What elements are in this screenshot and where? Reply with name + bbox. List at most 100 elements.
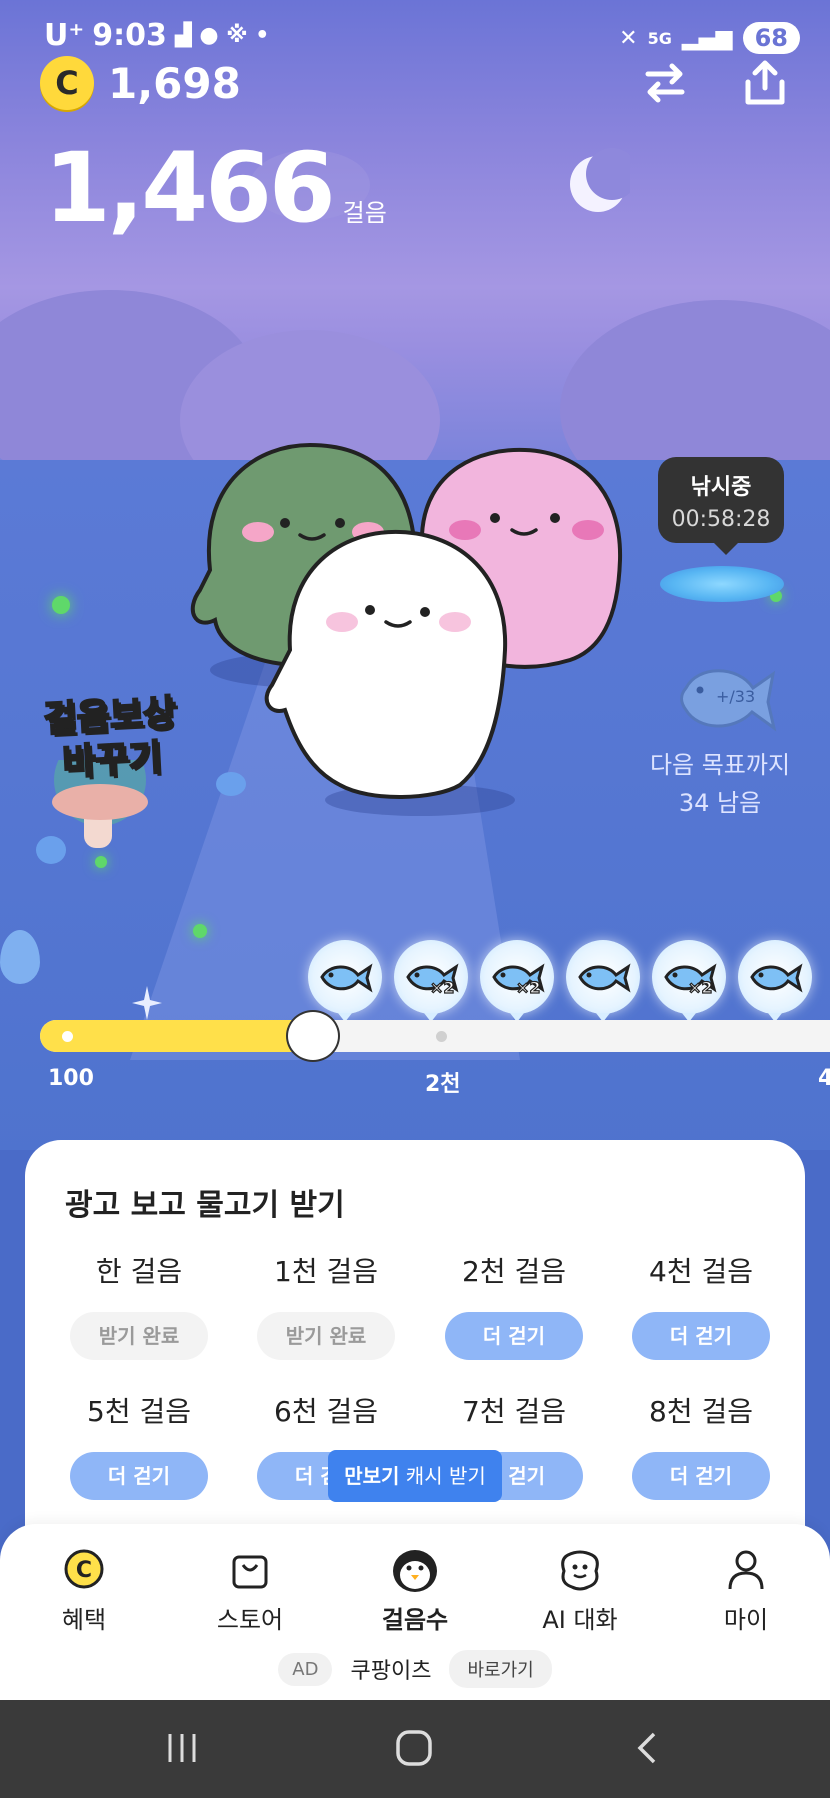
fish-icon [750,963,803,993]
moon-icon [570,148,630,212]
bottom-nav: C 혜택 스토어 걸음수 AI 대화 마이 AD 쿠팡이츠 바로가기 [0,1524,830,1700]
pedometer-cash-tooltip[interactable]: 만보기 캐시 받기 [328,1450,502,1502]
reward-fish-icon [308,940,382,1022]
tooltip-bold: 만보기 [344,1464,400,1488]
notification-icons: ▟ ● ※ • [174,23,270,48]
system-nav-bar [0,1700,830,1798]
progress-tick-4k: 4 [818,1066,830,1091]
ad-go-button[interactable]: 바로가기 [449,1650,552,1688]
step-count: 1,466 [44,132,336,244]
share-icon[interactable] [740,58,790,108]
step-counter: 1,466 걸음 [44,140,387,236]
progress-dot [62,1031,73,1042]
ad-card-title: 광고 보고 물고기 받기 [65,1188,345,1223]
step-unit: 걸음 [342,199,387,227]
nav-steps-label: 걸음수 [381,1606,449,1634]
nav-my[interactable]: 마이 [686,1544,806,1635]
next-goal-info: 다음 목표까지 34 남음 [630,746,810,822]
nav-store-label: 스토어 [216,1606,284,1634]
next-goal-remaining: 34 남음 [678,789,762,817]
fish-icon [406,963,459,993]
fishing-status-bubble[interactable]: 낚시중 00:58:28 [658,457,784,555]
ad-tag: AD [278,1652,333,1686]
claimed-button[interactable]: 받기 완료 [70,1312,208,1360]
progress-dot [436,1031,447,1042]
5g-icon: 5G [647,28,672,48]
fish-multiplier: ×2 [687,977,713,997]
step-reward-item: 4천 걸음 더 걷기 [607,1250,795,1360]
coin-balance: 1,698 [108,58,241,108]
recent-apps-icon[interactable] [164,1730,200,1766]
step-reward-item: 2천 걸음더 걷기 [420,1250,608,1360]
claimed-button[interactable]: 받기 완료 [257,1312,395,1360]
fish-icon [578,963,631,993]
walk-more-button[interactable]: 더 걷기 [632,1312,770,1360]
step-progress-track [40,1010,830,1062]
change-reward-button[interactable]: 걸음보상 바꾸기 [24,691,198,788]
progress-tick-100: 100 [48,1066,94,1091]
walk-more-button[interactable]: 더 걷기 [445,1312,583,1360]
step-reward-item: 한 걸음받기 완료 [45,1250,233,1360]
fish-goal-icon: +/33 [680,669,777,732]
nav-store[interactable]: 스토어 [190,1544,310,1635]
svg-text:+/33: +/33 [716,687,755,706]
step-reward-item: 1천 걸음받기 완료 [232,1250,420,1360]
shopping-bag-icon [232,1555,268,1589]
reward-fish-icon: ×2 [480,940,554,1022]
fishing-label: 낚시중 [690,475,752,500]
clock: 9:03 [92,18,167,53]
fish-icon [664,963,717,993]
reward-badge-line2: 바꾸기 [60,736,163,784]
ad-name[interactable]: 쿠팡이츠 [350,1653,431,1685]
reward-fish-icon: ×2 [394,940,468,1022]
step-reward-label: 2천 걸음 [462,1255,566,1288]
nav-benefits[interactable]: C 혜택 [24,1544,144,1635]
reward-badge-line1: 걸음보상 [42,692,178,742]
ad-banner-row: AD 쿠팡이츠 바로가기 [0,1650,830,1688]
firefly [52,596,70,614]
svg-text:C: C [76,1558,92,1583]
chat-face-icon [561,1550,599,1591]
step-reward-label: 한 걸음 [95,1255,183,1288]
nav-my-label: 마이 [723,1606,769,1634]
firefly [193,924,207,938]
sparkle-icon [132,986,162,1020]
walk-more-button[interactable]: 더 걷기 [632,1452,770,1500]
walk-more-button[interactable]: 더 걷기 [70,1452,208,1500]
reward-fish-icon [738,940,812,1022]
fish-multiplier: ×2 [429,977,455,997]
step-reward-label: 7천 걸음 [462,1395,566,1428]
carrier-label: U⁺ [44,18,85,53]
reward-fish-icon: ×2 [652,940,726,1022]
fishing-pond[interactable] [660,566,784,602]
step-reward-item: 5천 걸음 더 걷기 [45,1390,233,1500]
fish-icon [492,963,545,993]
home-icon[interactable] [394,1728,434,1768]
character-group[interactable] [190,440,650,820]
person-icon [728,1550,764,1590]
step-reward-item: 8천 걸음 더 걷기 [607,1390,795,1500]
nav-steps[interactable]: 걸음수 [355,1544,475,1635]
step-reward-label: 6천 걸음 [274,1395,378,1428]
coin-balance-row[interactable]: C 1,698 [40,56,241,110]
nav-ai-chat-label: AI 대화 [542,1606,618,1634]
tooltip-rest: 캐시 받기 [399,1464,486,1488]
nav-benefits-label: 혜택 [61,1606,107,1634]
ad-reward-card: 광고 보고 물고기 받기 한 걸음 받기 완료 1천 걸음 받기 완료 2천 걸음 더 걷… [25,1140,805,1580]
swap-arrows-icon[interactable] [640,58,690,108]
step-progress-fill [40,1020,311,1052]
penguin-icon [393,1550,437,1592]
next-goal-label: 다음 목표까지 [649,751,791,779]
reward-fish-icon [566,940,640,1022]
mute-icon: ✕ [619,25,638,51]
battery-indicator: 68 [742,22,800,54]
back-icon[interactable] [630,1730,666,1766]
progress-tick-2k: 2천 [425,1072,461,1097]
coin-icon: C [40,56,94,110]
fish-icon [320,963,373,993]
step-reward-label: 1천 걸음 [274,1255,378,1288]
nav-ai-chat[interactable]: AI 대화 [520,1544,640,1635]
coin-c-icon: C [64,1549,104,1589]
signal-icon: ▂▄▆ [681,25,733,51]
step-progress-knob [286,1010,340,1062]
